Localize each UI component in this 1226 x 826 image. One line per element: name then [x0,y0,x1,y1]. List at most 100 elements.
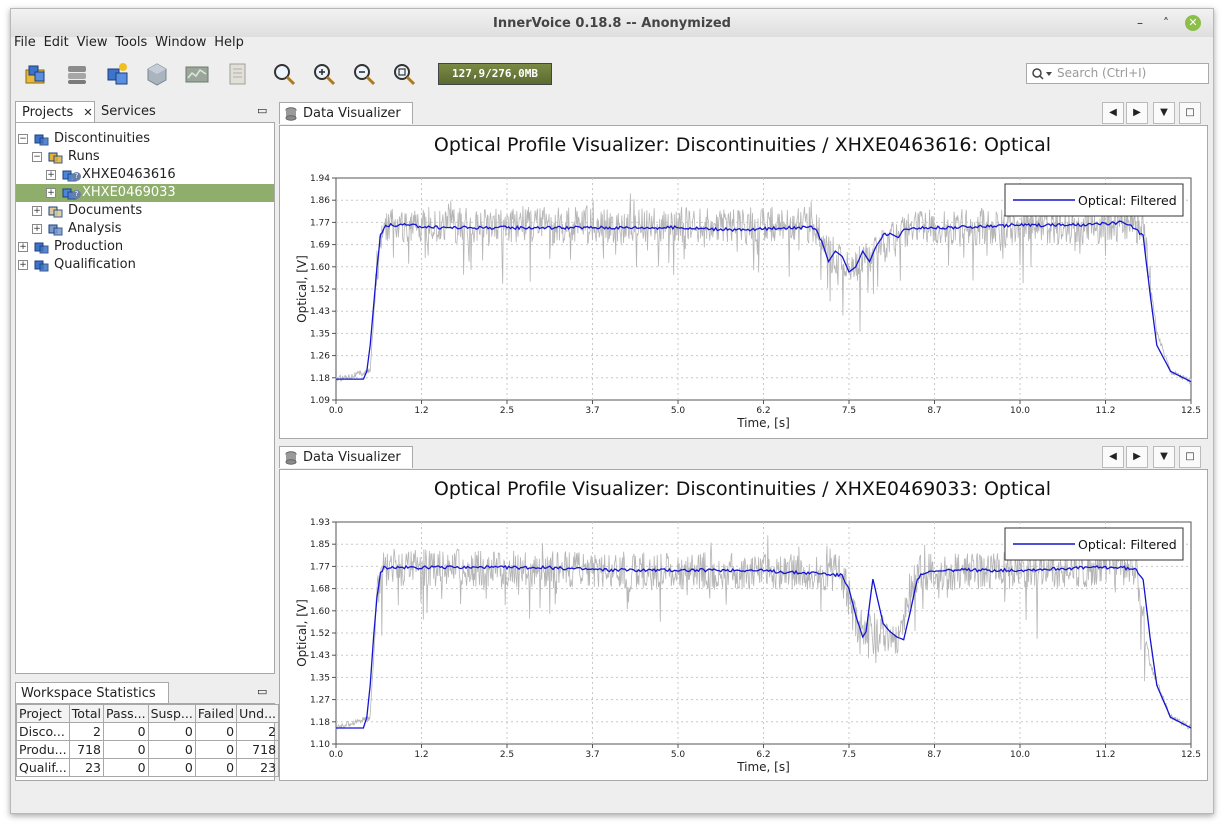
search-input[interactable]: Search (Ctrl+I) [1026,63,1209,84]
y-tick-label: 1.52 [310,629,330,639]
window-title: InnerVoice 0.18.8 -- Anonymized [493,16,731,31]
tree-item[interactable]: + Production [16,238,274,256]
project-icon [34,260,49,272]
tree-item[interactable]: − Discontinuities [16,130,274,148]
stats-col-undetermined[interactable]: Und... [236,704,280,723]
cube-icon[interactable] [144,61,170,87]
legend-label: Optical: Filtered [1078,537,1177,552]
tab-services[interactable]: Services [101,101,171,122]
collapse-icon[interactable]: − [18,134,28,144]
close-window-icon[interactable]: ✕ [1185,15,1201,31]
minimize-window-icon[interactable]: – [1132,15,1148,31]
document-icon[interactable] [224,61,250,87]
cell: 718 [68,740,104,759]
zoom-fit-icon[interactable] [391,61,417,87]
minimize-panel-icon[interactable]: ▭ [257,685,267,698]
x-tick-label: 12.5 [1181,750,1201,760]
x-tick-label: 0.0 [329,750,344,760]
table-row[interactable]: Produ... 718 0 0 0 718 [16,740,280,759]
optical-chart-2[interactable]: 0.0 1.2 2.5 3.7 5.0 6.2 7.5 8.7 10.0 11.2 12.5 1.10… [280,470,1207,780]
menu-help[interactable]: Help [214,35,244,50]
stats-col-failed[interactable]: Failed [194,704,238,723]
folder-icon [48,152,63,164]
y-tick-label: 1.60 [310,607,330,617]
database-icon [285,451,297,465]
expand-icon[interactable]: + [32,206,42,216]
scroll-left-icon[interactable]: ◀ [1102,102,1124,124]
stats-col-total[interactable]: Total [68,704,104,723]
x-tick-label: 6.2 [756,750,770,760]
tab-stats-label: Workspace Statistics [21,686,156,701]
open-project-icon[interactable] [23,61,49,87]
tree-item[interactable]: +? XHXE0463616 [16,166,274,184]
zoom-out-icon[interactable] [351,61,377,87]
tree-item-label: Production [54,239,124,254]
x-tick-label: 11.2 [1095,750,1115,760]
scroll-right-icon[interactable]: ▶ [1126,446,1148,468]
stats-col-project[interactable]: Project [16,704,70,723]
tree-item[interactable]: + Documents [16,202,274,220]
zoom-icon[interactable] [271,61,297,87]
cell: 0 [102,758,149,777]
cell: 0 [147,740,196,759]
x-axis-label: Time, [s] [736,760,790,774]
cell: 0 [147,758,196,777]
maximize-icon[interactable]: □ [1179,446,1201,468]
menu-file[interactable]: File [14,35,36,50]
tab-data-visualizer[interactable]: Data Visualizer ✕ [279,446,413,485]
scroll-right-icon[interactable]: ▶ [1126,102,1148,124]
tab-projects[interactable]: Projects ✕ [15,101,95,123]
x-tick-label: 7.5 [842,406,856,416]
title-bar[interactable]: InnerVoice 0.18.8 -- Anonymized – ˄ ✕ [11,9,1213,37]
optical-chart-1[interactable]: 0.0 1.2 2.5 3.7 5.0 6.2 7.5 8.7 10.0 11.2 12.5 1.09… [280,126,1207,438]
legend-label: Optical: Filtered [1078,193,1177,208]
expand-icon[interactable]: + [32,224,42,234]
tab-projects-label: Projects [22,105,74,120]
show-opened-documents-icon[interactable]: ▼ [1153,102,1175,124]
tree-item[interactable]: − Runs [16,148,274,166]
stats-col-suspect[interactable]: Susp... [147,704,196,723]
maximize-icon[interactable]: □ [1179,102,1201,124]
y-tick-label: 1.93 [310,518,330,528]
show-opened-documents-icon[interactable]: ▼ [1153,446,1175,468]
stats-tabstrip: Workspace Statistics ✕ ▭ [15,682,275,721]
tab-data-visualizer[interactable]: Data Visualizer ✕ [279,102,413,141]
table-row[interactable]: Disco... 2 0 0 0 2 [16,722,280,741]
tab-workspace-statistics[interactable]: Workspace Statistics ✕ [15,682,169,721]
chart-icon[interactable] [184,61,210,87]
table-row[interactable]: Qualif... 23 0 0 0 23 [16,758,280,777]
zoom-in-icon[interactable] [311,61,337,87]
expand-icon[interactable]: + [46,170,56,180]
x-axis-label: Time, [s] [736,416,790,430]
x-tick-label: 2.5 [500,750,514,760]
collapse-icon[interactable]: − [32,152,42,162]
tree-item[interactable]: +? XHXE0469033 [16,184,274,202]
tree-item-label: Documents [68,203,143,218]
close-icon[interactable]: ✕ [83,106,92,119]
scroll-left-icon[interactable]: ◀ [1102,446,1124,468]
minimize-panel-icon[interactable]: ▭ [257,104,267,117]
maximize-window-icon[interactable]: ˄ [1158,15,1174,31]
expand-icon[interactable]: + [18,242,28,252]
menu-window[interactable]: Window [155,35,206,50]
expand-icon[interactable]: + [18,260,28,270]
x-tick-label: 0.0 [329,406,344,416]
menu-view[interactable]: View [77,35,108,50]
y-tick-label: 1.18 [310,718,330,728]
expand-icon[interactable]: + [46,188,56,198]
memory-usage-indicator[interactable]: 127,9/276,0MB [438,63,552,85]
new-project-icon[interactable] [105,61,131,87]
cell: Disco... [16,722,70,741]
tree-item-label: XHXE0469033 [82,185,176,200]
menu-edit[interactable]: Edit [44,35,69,50]
save-icon[interactable] [64,61,90,87]
projects-tree: − Discontinuities − Runs +? XHXE0463616 +? XHXE… [15,122,275,674]
database-icon [285,107,297,121]
menu-tools[interactable]: Tools [115,35,147,50]
documents-icon [48,206,63,218]
cell: 0 [194,740,238,759]
stats-panel: Project Total Pass... Susp... Failed Und… [15,703,280,781]
tree-item[interactable]: + Qualification [16,256,274,274]
tree-item[interactable]: + Analysis [16,220,274,238]
stats-col-passed[interactable]: Pass... [102,704,149,723]
